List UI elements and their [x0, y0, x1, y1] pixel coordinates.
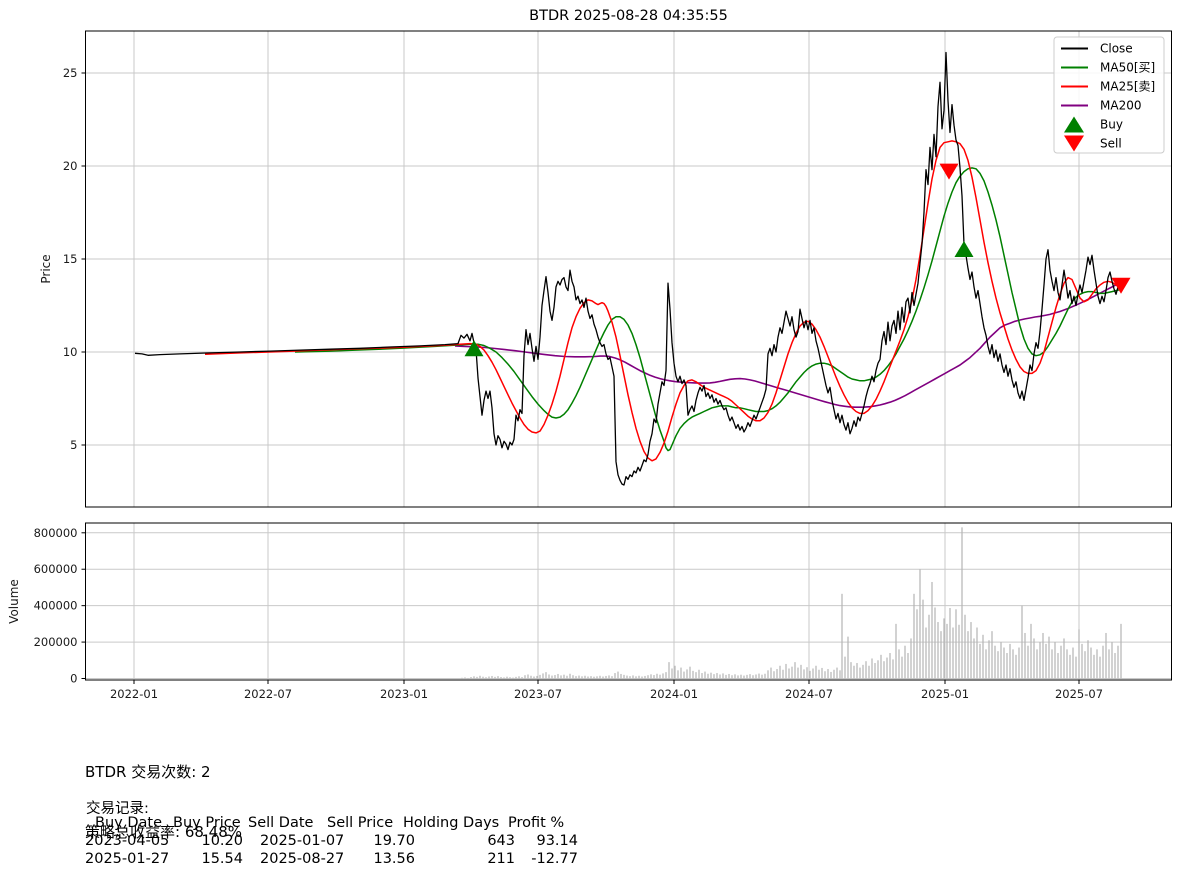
svg-text:800000: 800000 [34, 526, 78, 540]
stats-trade-count: BTDR 交易次数: 2 [85, 762, 242, 782]
legend-label: Buy [1100, 118, 1123, 132]
cell-sell-date: 2025-08-27 [260, 851, 344, 867]
svg-text:2024-01: 2024-01 [650, 687, 698, 701]
cell-holding-days: 643 [465, 833, 515, 849]
cell-profit-pct: -12.77 [518, 851, 578, 867]
svg-text:2025-01: 2025-01 [921, 687, 969, 701]
cell-buy-date: 2023-04-05 [85, 833, 169, 849]
cell-profit-pct: 93.14 [518, 833, 578, 849]
legend-label: Sell [1100, 137, 1122, 151]
col-profit-pct: Profit % [508, 815, 564, 831]
col-sell-price: Sell Price [327, 815, 393, 831]
col-holding-days: Holding Days [403, 815, 499, 831]
chart-title: BTDR 2025-08-28 04:35:55 [529, 8, 728, 24]
col-buy-price: Buy Price [173, 815, 241, 831]
axis-labels: Price Volume BTDR 2025-08-28 04:35:55 [7, 8, 728, 624]
svg-text:0: 0 [70, 672, 77, 686]
volume-axis-label: Volume [7, 579, 21, 624]
svg-text:25: 25 [63, 66, 78, 80]
svg-text:2024-07: 2024-07 [785, 687, 833, 701]
svg-text:2022-01: 2022-01 [110, 687, 158, 701]
price-panel-frame [86, 31, 1172, 507]
svg-text:2023-07: 2023-07 [514, 687, 562, 701]
buy-marker [955, 241, 974, 257]
legend-label: MA50[买] [1100, 61, 1155, 75]
legend: Close MA50[买] MA25[卖] MA200 Buy Sell [1054, 37, 1164, 153]
legend-label: MA200 [1100, 99, 1141, 113]
volume-panel-frame [86, 523, 1172, 680]
svg-text:10: 10 [63, 345, 78, 359]
cell-sell-price: 13.56 [355, 851, 415, 867]
ma25-line [205, 141, 1122, 461]
figure: 5 10 15 20 25 0 200000 400000 600000 800000 2022-0… [0, 0, 1180, 878]
svg-text:20: 20 [63, 159, 78, 173]
cell-buy-price: 15.54 [183, 851, 243, 867]
col-sell-date: Sell Date [248, 815, 313, 831]
svg-text:15: 15 [63, 252, 78, 266]
cell-sell-date: 2025-01-07 [260, 833, 344, 849]
buy-marker [465, 340, 484, 356]
cell-sell-price: 19.70 [355, 833, 415, 849]
col-buy-date: Buy Date [95, 815, 162, 831]
table-row: 2023-04-05 10.20 2025-01-07 19.70 643 93… [0, 833, 700, 851]
cell-buy-price: 10.20 [183, 833, 243, 849]
volume-bars [461, 527, 1121, 678]
legend-label: Close [1100, 42, 1133, 56]
ma50-line [295, 168, 1122, 451]
legend-label: MA25[卖] [1100, 80, 1155, 94]
gridlines [86, 31, 1172, 680]
svg-text:200000: 200000 [34, 635, 78, 649]
price-axis-label: Price [39, 254, 53, 283]
sell-marker [940, 164, 959, 180]
svg-text:2022-07: 2022-07 [244, 687, 292, 701]
price-volume-chart: 5 10 15 20 25 0 200000 400000 600000 800000 2022-0… [0, 0, 1180, 710]
table-row: 2025-01-27 15.54 2025-08-27 13.56 211 -1… [0, 851, 700, 869]
cell-buy-date: 2025-01-27 [85, 851, 169, 867]
trade-table-header: Buy Date Buy Price Sell Date Sell Price … [0, 815, 700, 833]
cell-holding-days: 211 [465, 851, 515, 867]
svg-text:5: 5 [70, 438, 77, 452]
svg-text:2023-01: 2023-01 [380, 687, 428, 701]
close-line [135, 53, 1122, 486]
svg-text:2025-07: 2025-07 [1055, 687, 1103, 701]
svg-text:400000: 400000 [34, 599, 78, 613]
svg-text:600000: 600000 [34, 562, 78, 576]
